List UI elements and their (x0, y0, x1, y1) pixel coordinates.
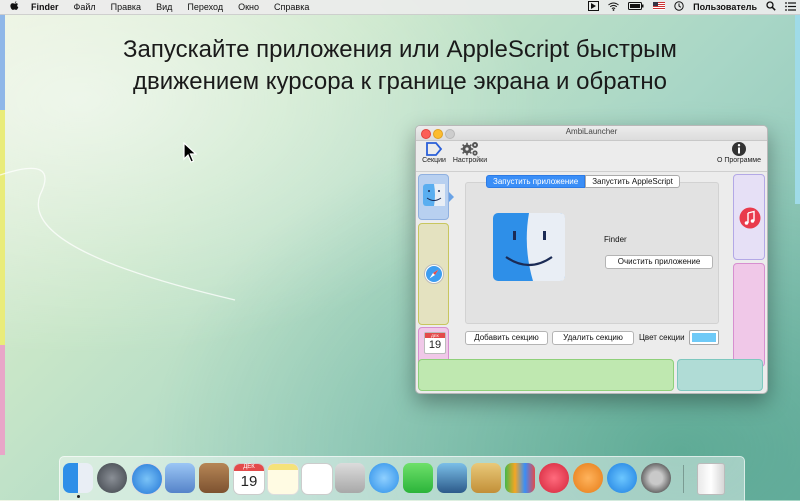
wallpaper-swoosh (0, 167, 236, 301)
dock-launchpad-icon[interactable] (97, 463, 127, 493)
clear-app-button[interactable]: Очистить приложение (605, 255, 713, 269)
dock-ibooks-icon[interactable] (573, 463, 603, 493)
finder-icon (423, 184, 445, 206)
time-machine-icon[interactable] (674, 1, 684, 13)
sections-label: Секции (422, 157, 446, 164)
menu-finder[interactable]: Finder (31, 2, 59, 12)
dock-app-store-icon[interactable] (607, 463, 637, 493)
about-label: О Программе (716, 157, 762, 164)
ambilauncher-status-icon[interactable] (588, 1, 600, 13)
settings-label: Настройки (452, 157, 488, 164)
ambilauncher-window: AmbiLauncher Секции Настройки О Программ… (415, 125, 768, 394)
section-color-well[interactable] (689, 330, 719, 345)
menu-window[interactable]: Окно (238, 2, 259, 12)
dock-running-indicator (77, 495, 80, 498)
dock-itunes-icon[interactable] (539, 463, 569, 493)
tab-launch-applescript[interactable]: Запустить AppleScript (585, 175, 680, 188)
safari-icon (424, 264, 444, 284)
spotlight-search-icon[interactable] (766, 1, 776, 13)
window-title: AmbiLauncher (565, 127, 618, 136)
dock-reminders-icon[interactable] (301, 463, 333, 495)
tab-launch-app[interactable]: Запустить приложение (486, 175, 586, 188)
section-blue-right[interactable] (733, 174, 765, 260)
menu-go[interactable]: Переход (187, 2, 223, 12)
dock-facetime-icon[interactable] (403, 463, 433, 493)
selected-app-name: Finder (604, 235, 627, 244)
wifi-icon[interactable] (608, 2, 619, 13)
finder-app-icon[interactable] (493, 213, 565, 281)
dock-messages-icon[interactable] (369, 463, 399, 493)
dock-preview-icon[interactable] (335, 463, 365, 493)
battery-icon[interactable] (628, 2, 644, 12)
delete-section-button[interactable]: Удалить секцию (552, 331, 634, 345)
toolbar-sections-button[interactable]: Секции (419, 141, 449, 164)
input-source-flag-icon[interactable] (653, 2, 666, 12)
menu-help[interactable]: Справка (274, 2, 309, 12)
section-yellow[interactable] (418, 223, 449, 325)
toolbar-about-button[interactable]: О Программе (713, 141, 765, 164)
menu-file[interactable]: Файл (74, 2, 96, 12)
headline-line-2: движением курсора к границе экрана и обр… (133, 68, 667, 95)
apple-menu-icon[interactable] (10, 1, 19, 13)
section-blue-selected[interactable] (418, 174, 449, 220)
dock-safari-icon[interactable] (131, 463, 163, 495)
dock-trash-icon[interactable] (697, 463, 725, 495)
dock-separator (683, 465, 684, 493)
section-teal-bottom[interactable] (677, 359, 763, 391)
dock-notes-icon[interactable] (267, 463, 299, 495)
gears-icon (460, 142, 478, 156)
calendar-icon: ДЕК 19 (424, 332, 446, 354)
menu-bar: Finder Файл Правка Вид Переход Окно Спра… (0, 0, 800, 15)
mode-tabs: Запустить приложение Запустить AppleScri… (486, 175, 680, 188)
selection-arrow-icon (449, 192, 454, 202)
info-icon (732, 142, 746, 156)
window-toolbar: Секции Настройки О Программе (416, 141, 767, 172)
user-menu[interactable]: Пользователь (693, 2, 757, 12)
dock-calendar-month: ДЕК (234, 464, 264, 471)
dock-numbers-icon[interactable] (505, 463, 535, 493)
dock-finder-icon[interactable] (63, 463, 93, 493)
dock-calendar-icon[interactable]: ДЕК 19 (233, 463, 265, 495)
window-titlebar[interactable]: AmbiLauncher (416, 126, 767, 141)
dock-photo-booth-icon[interactable] (437, 463, 467, 493)
section-settings-panel: Finder Очистить приложение (465, 182, 719, 324)
dock-iphoto-icon[interactable] (471, 463, 501, 493)
dock-calendar-day: 19 (240, 473, 258, 490)
section-pink-right[interactable] (733, 263, 765, 367)
section-green-bottom[interactable] (418, 359, 674, 391)
section-color-label: Цвет секции (639, 333, 685, 342)
dock: ДЕК 19 (59, 456, 745, 501)
promo-headline: Запускайте приложения или AppleScript бы… (0, 34, 800, 98)
dock-system-preferences-icon[interactable] (641, 463, 671, 493)
add-section-button[interactable]: Добавить секцию (465, 331, 548, 345)
mouse-cursor-icon (183, 142, 197, 163)
dock-contacts-icon[interactable] (199, 463, 229, 493)
sections-icon (426, 142, 443, 156)
notification-center-icon[interactable] (785, 1, 796, 13)
dock-mail-icon[interactable] (165, 463, 195, 493)
menu-edit[interactable]: Правка (111, 2, 141, 12)
headline-line-1: Запускайте приложения или AppleScript бы… (123, 36, 677, 63)
itunes-icon (739, 207, 761, 229)
menu-view[interactable]: Вид (156, 2, 172, 12)
toolbar-settings-button[interactable]: Настройки (451, 141, 489, 164)
section-color-swatch (692, 333, 716, 342)
calendar-day: 19 (428, 339, 442, 351)
edge-strip-bottom-left (0, 345, 5, 455)
